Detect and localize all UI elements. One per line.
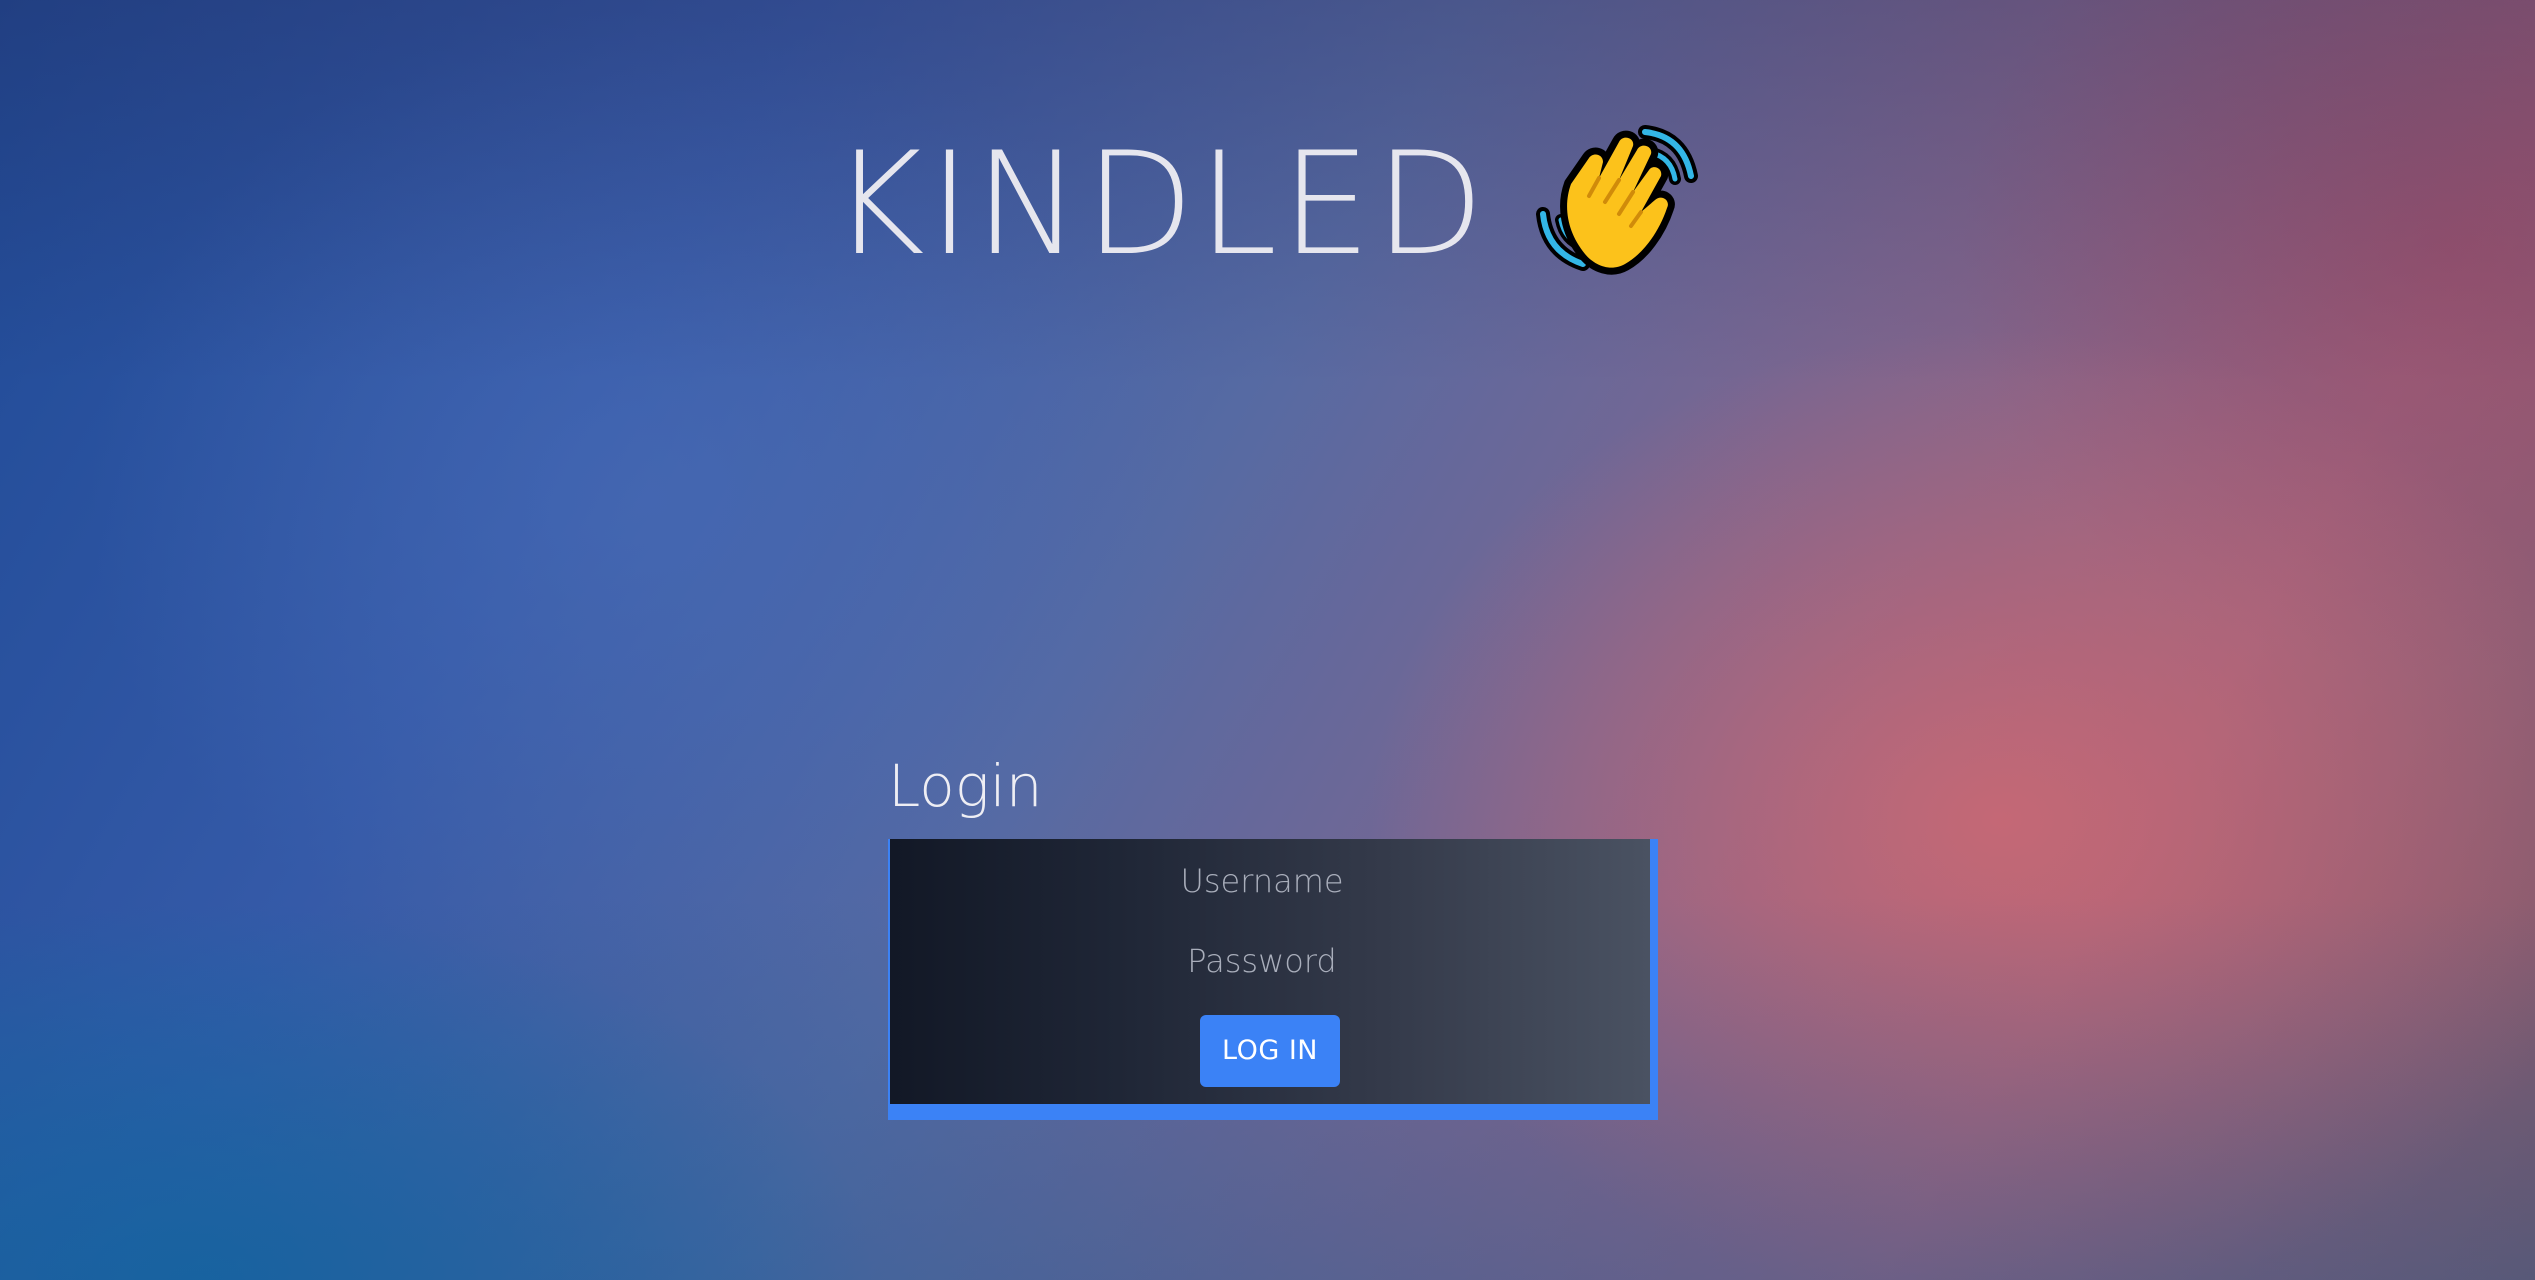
login-section: Login LOG IN [888, 752, 1658, 1120]
waving-hand-icon [1533, 114, 1703, 284]
app-header: KINDLED [0, 120, 2535, 290]
password-input[interactable] [890, 940, 1634, 981]
app-title: KINDLED [831, 122, 1489, 287]
username-input[interactable] [890, 860, 1634, 901]
login-heading: Login [888, 752, 1043, 820]
login-form: LOG IN [888, 838, 1658, 1120]
login-button[interactable]: LOG IN [1200, 1014, 1340, 1087]
login-page: KINDLED Login Username LOG IN [0, 0, 2535, 1280]
